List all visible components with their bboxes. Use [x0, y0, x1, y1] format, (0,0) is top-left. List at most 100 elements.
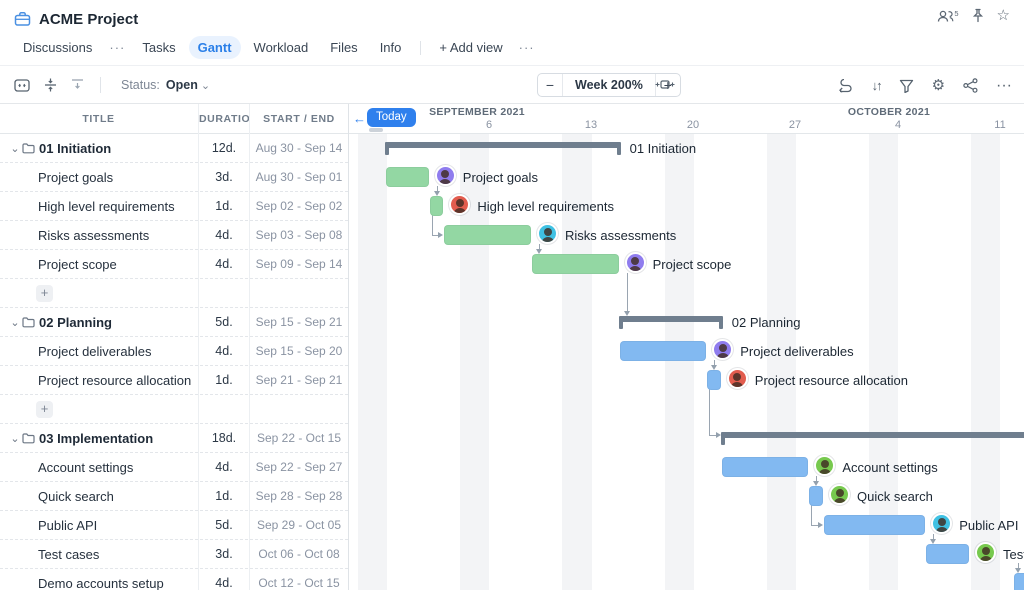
table-row[interactable]: Account settings 4d.Sep 22 - Sep 27: [0, 453, 348, 482]
collapse-all-icon[interactable]: [71, 78, 84, 92]
gantt-bar[interactable]: [532, 254, 619, 274]
pin-icon[interactable]: [971, 8, 985, 23]
row-title-cell: Project resource allocation: [0, 366, 197, 395]
gantt-bar[interactable]: [620, 341, 707, 361]
avatar-body: [541, 237, 554, 244]
tab-gantt[interactable]: Gantt: [189, 36, 241, 59]
tab-workload[interactable]: Workload: [245, 36, 318, 59]
gantt-bar[interactable]: [386, 167, 429, 187]
tab-info[interactable]: Info: [371, 36, 411, 59]
gantt-bar[interactable]: [926, 544, 969, 564]
assignee-avatar: [712, 339, 733, 360]
row-dates: Aug 30 - Sep 01: [250, 163, 348, 192]
tabs-overflow-button[interactable]: ···: [105, 36, 129, 59]
gantt-bar-label: 01 Initiation: [630, 134, 697, 163]
table-row[interactable]: Risks assessments4d.Sep 03 - Sep 08: [0, 221, 348, 250]
scroll-back-arrow[interactable]: ←: [353, 111, 366, 126]
gantt-bar[interactable]: [722, 457, 809, 477]
gantt-bar[interactable]: [707, 370, 721, 390]
avatar-head: [836, 489, 844, 497]
page-title: ACME Project: [39, 11, 138, 28]
assignee-avatar: [625, 252, 646, 273]
column-title[interactable]: TITLE: [0, 104, 197, 134]
more-options-icon[interactable]: ···: [996, 77, 1012, 95]
tab-tasks[interactable]: Tasks: [133, 36, 184, 59]
collapse-rows-icon[interactable]: [44, 78, 57, 92]
gantt-bar-label: Quick search: [857, 482, 933, 511]
view-tabs: Discussions···TasksGanttWorkloadFilesInf…: [14, 36, 539, 59]
table-row[interactable]: Project goals3d.Aug 30 - Sep 01: [0, 163, 348, 192]
month-label: OCTOBER 2021: [848, 106, 930, 118]
table-row[interactable]: Demo accounts setup4d.Oct 12 - Oct 15: [0, 569, 348, 590]
gantt-bar[interactable]: [1014, 573, 1024, 590]
table-row[interactable]: Public API5d.Sep 29 - Oct 05: [0, 511, 348, 540]
column-divider[interactable]: [198, 104, 199, 590]
dependency-line: [811, 504, 812, 525]
views-more-button[interactable]: ···: [515, 36, 539, 59]
filter-icon[interactable]: [899, 79, 914, 93]
week-tick-label: 6: [486, 119, 492, 131]
add-task-button[interactable]: +: [36, 285, 53, 302]
tab-discussions[interactable]: Discussions: [14, 36, 101, 59]
fit-timeline-icon[interactable]: [655, 77, 675, 92]
row-duration: 1d.: [199, 482, 249, 511]
week-tick-label: 13: [585, 119, 597, 131]
chevron-down-icon[interactable]: ⌄: [8, 432, 22, 445]
table-row[interactable]: Quick search1d.Sep 28 - Sep 28: [0, 482, 348, 511]
tab-files[interactable]: Files: [321, 36, 366, 59]
expand-view-icon[interactable]: [14, 79, 30, 92]
row-title: Quick search: [38, 489, 114, 504]
table-row[interactable]: ⌄03 Implementation18d.Sep 22 - Oct 15: [0, 424, 348, 453]
table-row[interactable]: ⌄01 Initiation12d.Aug 30 - Sep 14: [0, 134, 348, 163]
gantt-bar-label: Project resource allocation: [755, 366, 908, 395]
table-row[interactable]: High level requirements1d.Sep 02 - Sep 0…: [0, 192, 348, 221]
table-row[interactable]: +: [0, 395, 348, 424]
chevron-down-icon[interactable]: ⌄: [8, 316, 22, 329]
star-icon[interactable]: ☆: [997, 8, 1010, 23]
avatar-body: [935, 527, 948, 534]
row-title: Account settings: [38, 460, 133, 475]
row-dates: Sep 22 - Sep 27: [250, 453, 348, 482]
gantt-summary-bar[interactable]: [620, 316, 722, 322]
members-icon[interactable]: 5: [937, 9, 958, 23]
panel-divider[interactable]: [348, 104, 349, 590]
table-row[interactable]: Project resource allocation1d.Sep 21 - S…: [0, 366, 348, 395]
status-filter-value[interactable]: Open: [166, 78, 198, 92]
week-tick-label: 4: [895, 119, 901, 131]
chevron-down-icon[interactable]: ⌄: [8, 142, 22, 155]
add-view-button[interactable]: + Add view: [431, 36, 510, 59]
gantt-bar[interactable]: [430, 196, 444, 216]
table-row[interactable]: Project scope4d.Sep 09 - Sep 14: [0, 250, 348, 279]
row-title: High level requirements: [38, 199, 175, 214]
table-row[interactable]: Project deliverables4d.Sep 15 - Sep 20: [0, 337, 348, 366]
task-table: ⌄01 Initiation12d.Aug 30 - Sep 14Project…: [0, 134, 348, 590]
assignee-avatar: [931, 513, 952, 534]
zoom-level-label[interactable]: Week 200%: [562, 74, 656, 96]
table-row[interactable]: Test cases3d.Oct 06 - Oct 08: [0, 540, 348, 569]
row-dates: Aug 30 - Sep 14: [250, 134, 348, 163]
row-duration: 4d.: [199, 453, 249, 482]
settings-gear-icon[interactable]: ⚙: [932, 78, 945, 93]
avatar-body: [731, 382, 744, 389]
dependency-arrow: [438, 232, 443, 238]
gantt-chart: 01 InitiationProject goalsHigh level req…: [349, 134, 1024, 590]
table-row[interactable]: +: [0, 279, 348, 308]
gantt-bar[interactable]: [809, 486, 823, 506]
column-divider[interactable]: [249, 104, 250, 590]
column-duration[interactable]: DURATION: [199, 104, 249, 134]
table-row[interactable]: ⌄02 Planning5d.Sep 15 - Sep 21: [0, 308, 348, 337]
gantt-bar[interactable]: [444, 225, 531, 245]
sort-icon[interactable]: ↓↑: [872, 78, 881, 93]
column-start-end[interactable]: START / END: [250, 104, 348, 134]
row-title-cell: Public API: [0, 511, 197, 540]
gantt-bar[interactable]: [824, 515, 925, 535]
dependency-line: [709, 388, 710, 435]
today-button[interactable]: Today: [367, 108, 416, 127]
add-task-button[interactable]: +: [36, 401, 53, 418]
share-icon[interactable]: [963, 78, 978, 93]
gantt-summary-bar[interactable]: [386, 142, 620, 148]
gantt-bar-label: Account settings: [842, 453, 937, 482]
zoom-out-button[interactable]: −: [538, 77, 562, 93]
dependencies-icon[interactable]: [838, 79, 854, 93]
gantt-summary-bar[interactable]: [722, 432, 1024, 438]
